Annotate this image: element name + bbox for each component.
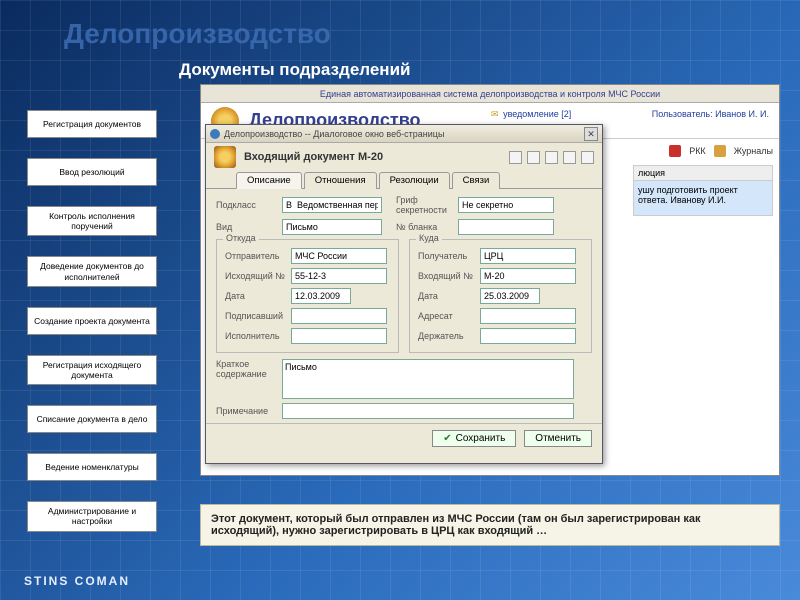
addressee-label: Адресат bbox=[418, 311, 480, 321]
nav-deliver-to-executors[interactable]: Доведение документов до исполнителей bbox=[27, 256, 157, 286]
nav-create-draft[interactable]: Создание проекта документа bbox=[27, 307, 157, 335]
secrecy-input[interactable] bbox=[458, 197, 554, 213]
dialog-header: Входящий документ M-20 bbox=[206, 143, 602, 171]
note-input[interactable] bbox=[282, 403, 574, 419]
tab-resolutions[interactable]: Резолюции bbox=[379, 172, 450, 189]
page-title: Делопроизводство bbox=[64, 18, 331, 50]
user-name: Иванов И. И. bbox=[715, 109, 769, 119]
nav-file-document[interactable]: Списание документа в дело bbox=[27, 405, 157, 433]
sender-label: Отправитель bbox=[225, 251, 291, 261]
secrecy-label: Гриф секретности bbox=[396, 195, 458, 215]
innum-label: Входящий № bbox=[418, 271, 480, 281]
outnum-label: Исходящий № bbox=[225, 271, 291, 281]
executor-input[interactable] bbox=[291, 328, 387, 344]
subclass-label: Подкласс bbox=[216, 200, 282, 210]
recipient-input[interactable] bbox=[480, 248, 576, 264]
indate-input[interactable] bbox=[480, 288, 540, 304]
left-nav: Регистрация документов Ввод резолюций Ко… bbox=[27, 110, 157, 552]
executor-label: Исполнитель bbox=[225, 331, 291, 341]
notification-label: уведомление bbox=[503, 109, 559, 119]
copy-icon[interactable] bbox=[545, 151, 558, 164]
nav-control-execution[interactable]: Контроль исполнения поручений bbox=[27, 206, 157, 236]
cancel-button-label: Отменить bbox=[535, 433, 581, 444]
delete-icon[interactable] bbox=[563, 151, 576, 164]
close-icon[interactable]: ✕ bbox=[584, 127, 598, 141]
print-icon[interactable] bbox=[581, 151, 594, 164]
envelope-icon: ✉ bbox=[491, 109, 499, 119]
dialog-body: Подкласс Гриф секретности Вид № бланка О… bbox=[206, 189, 602, 423]
blank-input[interactable] bbox=[458, 219, 554, 235]
nav-register-docs[interactable]: Регистрация документов bbox=[27, 110, 157, 138]
nav-nomenclature[interactable]: Ведение номенклатуры bbox=[27, 453, 157, 481]
top-tabs: РКК Журналы bbox=[669, 145, 773, 157]
tab-description[interactable]: Описание bbox=[236, 172, 302, 189]
save-button-label: Сохранить bbox=[456, 433, 506, 444]
note-label: Примечание bbox=[216, 406, 282, 416]
doc-title: Входящий документ M-20 bbox=[244, 151, 383, 163]
outnum-input[interactable] bbox=[291, 268, 387, 284]
from-group: Откуда Отправитель Исходящий № Дата Подп… bbox=[216, 239, 399, 353]
outdate-label: Дата bbox=[225, 291, 291, 301]
blank-label: № бланка bbox=[396, 222, 458, 232]
indate-label: Дата bbox=[418, 291, 480, 301]
resolution-box: люция ушу подготовить проект ответа. Ива… bbox=[633, 165, 773, 216]
outdate-input[interactable] bbox=[291, 288, 351, 304]
tab-relations[interactable]: Отношения bbox=[304, 172, 377, 189]
nav-enter-resolutions[interactable]: Ввод резолюций bbox=[27, 158, 157, 186]
dialog-titlebar: Делопроизводство -- Диалоговое окно веб-… bbox=[206, 125, 602, 143]
save-button[interactable]: ✔ Сохранить bbox=[432, 430, 516, 447]
save-icon: ✔ bbox=[443, 433, 451, 444]
resolution-head: люция bbox=[634, 166, 772, 181]
signer-label: Подписавший bbox=[225, 311, 291, 321]
subclass-input[interactable] bbox=[282, 197, 382, 213]
rkk-icon bbox=[669, 145, 681, 157]
notification-count: [2] bbox=[561, 109, 571, 119]
summary-input[interactable] bbox=[282, 359, 574, 399]
folder-icon[interactable] bbox=[527, 151, 540, 164]
slide-caption: Этот документ, который был отправлен из … bbox=[200, 504, 780, 546]
tab-rkk[interactable]: РКК bbox=[689, 146, 706, 156]
user-label: Пользователь: bbox=[652, 109, 713, 119]
app-header: Единая автоматизированная система делопр… bbox=[201, 85, 779, 103]
nav-admin-settings[interactable]: Администрирование и настройки bbox=[27, 501, 157, 531]
tab-links[interactable]: Связи bbox=[452, 172, 501, 189]
toolbar-icons bbox=[509, 151, 594, 164]
innum-input[interactable] bbox=[480, 268, 576, 284]
to-group-label: Куда bbox=[416, 233, 442, 243]
to-group: Куда Получатель Входящий № Дата Адресат … bbox=[409, 239, 592, 353]
holder-label: Держатель bbox=[418, 331, 480, 341]
page-subtitle: Документы подразделений bbox=[179, 60, 410, 80]
refresh-icon[interactable] bbox=[509, 151, 522, 164]
summary-label: Краткое содержание bbox=[216, 359, 282, 379]
dialog-title-text: Делопроизводство -- Диалоговое окно веб-… bbox=[224, 129, 444, 139]
addressee-input[interactable] bbox=[480, 308, 576, 324]
dialog-tabs: Описание Отношения Резолюции Связи bbox=[206, 171, 602, 189]
type-label: Вид bbox=[216, 222, 282, 232]
notification-link[interactable]: ✉ уведомление [2] bbox=[491, 109, 571, 120]
sender-input[interactable] bbox=[291, 248, 387, 264]
vendor-logo: STINS COMAN bbox=[24, 574, 130, 588]
globe-icon bbox=[210, 129, 220, 139]
journals-icon bbox=[714, 145, 726, 157]
signer-input[interactable] bbox=[291, 308, 387, 324]
holder-input[interactable] bbox=[480, 328, 576, 344]
dialog-footer: ✔ Сохранить Отменить bbox=[206, 423, 602, 453]
nav-register-outgoing[interactable]: Регистрация исходящего документа bbox=[27, 355, 157, 385]
doc-emblem-icon bbox=[214, 146, 236, 168]
cancel-button[interactable]: Отменить bbox=[524, 430, 592, 447]
resolution-text: ушу подготовить проект ответа. Иванову И… bbox=[634, 181, 772, 215]
from-group-label: Откуда bbox=[223, 233, 259, 243]
tab-journals[interactable]: Журналы bbox=[734, 146, 773, 156]
user-block: Пользователь: Иванов И. И. bbox=[652, 109, 769, 119]
type-input[interactable] bbox=[282, 219, 382, 235]
recipient-label: Получатель bbox=[418, 251, 480, 261]
document-dialog: Делопроизводство -- Диалоговое окно веб-… bbox=[205, 124, 603, 464]
